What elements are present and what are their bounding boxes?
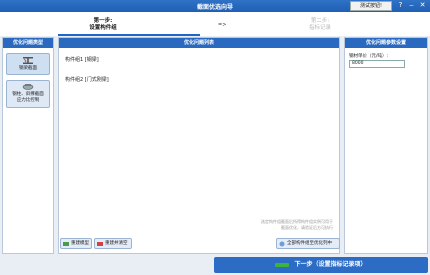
steel-price-label: 钢材单价（元/吨）: xyxy=(349,54,389,59)
step2[interactable]: 第二步: 指标记录 xyxy=(300,18,340,32)
column-brace-icon xyxy=(22,84,34,90)
transfer-icon xyxy=(279,241,285,247)
hint-text: 选定构件组截面后所得构件组实例可用于截面优化，请验证后方可执行 xyxy=(261,219,333,230)
help-icon[interactable]: ? xyxy=(396,1,405,11)
rebuild-icon xyxy=(63,242,69,246)
parameter-panel: 优化问题参数设置 钢材单价（元/吨）: 8000 xyxy=(344,37,428,254)
steel-price-input[interactable]: 8000 xyxy=(349,60,405,68)
next-step-label: 下一步（设置指标记录项） xyxy=(294,261,367,268)
type-steel-beam-label: 钢梁截面 xyxy=(19,66,37,71)
close-icon[interactable]: ✕ xyxy=(418,1,427,11)
step1-label: 设置构件组 xyxy=(89,25,117,31)
rebuild-model-button[interactable]: 重建模型 xyxy=(60,238,92,249)
step1-number: 第一步: xyxy=(93,18,113,24)
next-arrow-icon xyxy=(275,262,290,267)
problem-type-header: 优化问题类型 xyxy=(3,38,53,48)
step1[interactable]: 第一步: 设置构件组 xyxy=(78,18,128,32)
minimize-icon[interactable]: ‒ xyxy=(407,1,416,11)
problem-list: 构件组1 [钢梁] 构件组2 [门式刚梁] xyxy=(65,56,333,96)
test-button[interactable]: 测试按钮! xyxy=(350,1,392,11)
rebuild-clear-button[interactable]: 重建并清空 xyxy=(94,238,132,249)
type-column-brace-button[interactable]: 钢柱、斜撑截面 应力比控制 xyxy=(6,80,50,108)
problem-list-header: 优化问题列表 xyxy=(59,38,339,48)
all-to-optimization-label: 全部构件组至优化列中 xyxy=(287,241,332,246)
list-item[interactable]: 构件组1 [钢梁] xyxy=(65,56,333,63)
parameter-header: 优化问题参数设置 xyxy=(345,38,427,48)
type-steel-beam-button[interactable]: 钢梁截面 xyxy=(6,53,50,75)
step-arrow: => xyxy=(218,22,227,28)
step2-label: 指标记录 xyxy=(308,25,331,31)
list-item[interactable]: 构件组2 [门式刚梁] xyxy=(65,76,333,83)
next-step-button[interactable]: 下一步（设置指标记录项） xyxy=(214,257,428,273)
active-step-indicator xyxy=(58,34,200,36)
problem-list-panel: 优化问题列表 构件组1 [钢梁] 构件组2 [门式刚梁] 选定构件组截面后所得构… xyxy=(58,37,340,254)
clear-icon xyxy=(97,242,103,246)
type-column-brace-sublabel: 应力比控制 xyxy=(16,98,40,103)
rebuild-model-label: 重建模型 xyxy=(71,241,89,246)
title-bar: 截面优选向导 测试按钮! ? ‒ ✕ xyxy=(0,0,430,12)
rebuild-clear-label: 重建并清空 xyxy=(105,241,128,246)
all-to-optimization-button[interactable]: 全部构件组至优化列中 xyxy=(276,238,340,249)
beam-section-icon xyxy=(23,57,33,64)
wizard-steps: 第一步: 设置构件组 => 第二步: 指标记录 xyxy=(0,12,430,36)
problem-type-panel: 优化问题类型 钢梁截面 钢柱、斜撑截面 应力比控制 xyxy=(2,37,54,254)
step2-number: 第二步: xyxy=(310,18,330,24)
